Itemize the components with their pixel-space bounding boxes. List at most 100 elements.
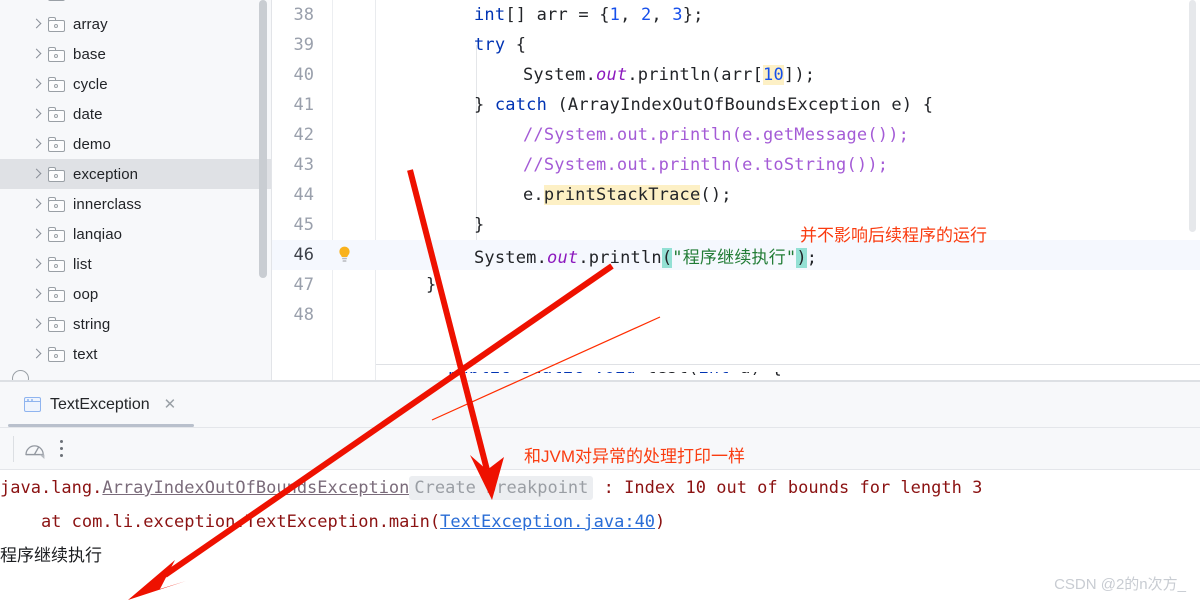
token-plain: { <box>505 35 527 55</box>
module-circle-icon <box>12 370 29 380</box>
project-tree-panel[interactable]: array base cycle date demo exception inn… <box>0 0 272 380</box>
sidebar-item-demo[interactable]: demo <box>0 129 272 159</box>
tree-row-clipped-bottom[interactable] <box>0 368 272 380</box>
sidebar-item-base[interactable]: base <box>0 39 272 69</box>
sidebar-item-array[interactable]: array <box>0 9 272 39</box>
folder-icon <box>48 316 66 332</box>
sidebar-item-label: list <box>73 255 92 273</box>
token-plain: } <box>474 95 495 115</box>
token-method-highlighted: printStackTrace <box>543 185 701 205</box>
exception-package: java.lang. <box>0 478 103 498</box>
line-number: 47 <box>293 275 314 295</box>
stacktrace-file-link[interactable]: TextException.java:40 <box>440 512 655 532</box>
chevron-right-icon[interactable] <box>30 257 44 271</box>
chevron-right-icon[interactable] <box>30 17 44 31</box>
close-icon[interactable]: ✕ <box>164 397 177 412</box>
sidebar-item-date[interactable]: date <box>0 99 272 129</box>
chevron-right-icon[interactable] <box>30 317 44 331</box>
code-line-43[interactable]: 43 //System.out.println(e.toString()); <box>272 150 1200 180</box>
token-plain: System. <box>474 247 548 268</box>
chevron-right-icon[interactable] <box>30 77 44 91</box>
chevron-right-icon[interactable] <box>30 47 44 61</box>
gutter-icon-slot <box>324 150 370 180</box>
sidebar-item-label: lanqiao <box>73 225 123 243</box>
sidebar-item-label: string <box>73 315 111 333</box>
exception-message: : Index 10 out of bounds for length 3 <box>593 478 983 498</box>
chevron-right-icon[interactable] <box>30 107 44 121</box>
chevron-right-icon[interactable] <box>30 227 44 241</box>
console-output[interactable]: java.lang.ArrayIndexOutOfBoundsException… <box>0 471 1200 602</box>
folder-icon <box>48 16 66 32</box>
token-number-highlighted: 10 <box>763 65 784 85</box>
code-line-49-clipped[interactable]: public static void test(int a) { <box>376 372 1200 380</box>
code-line-47[interactable]: 47 } <box>272 270 1200 300</box>
sidebar-item-exception[interactable]: exception <box>0 159 272 189</box>
sidebar-item-list[interactable]: list <box>0 249 272 279</box>
token-plain: [] arr = { <box>505 5 610 25</box>
token-plain: }; <box>682 5 704 25</box>
toolbar-separator <box>13 436 14 462</box>
token-comment: //System.out.println(e.toString()); <box>523 155 889 175</box>
folder-icon <box>48 106 66 122</box>
tree-row-clipped-top[interactable] <box>0 0 272 9</box>
code-line-42[interactable]: 42 //System.out.println(e.getMessage()); <box>272 120 1200 150</box>
chevron-right-icon[interactable] <box>30 287 44 301</box>
code-line-41[interactable]: 41 } catch (ArrayIndexOutOfBoundsExcepti… <box>272 90 1200 120</box>
editor-scrollbar[interactable] <box>1189 0 1196 232</box>
folder-icon <box>48 76 66 92</box>
sidebar-item-lanqiao[interactable]: lanqiao <box>0 219 272 249</box>
sidebar-item-innerclass[interactable]: innerclass <box>0 189 272 219</box>
sidebar-item-string[interactable]: string <box>0 309 272 339</box>
chevron-right-icon[interactable] <box>30 137 44 151</box>
code-content: e.printStackTrace(); <box>370 185 732 205</box>
sidebar-scrollbar[interactable] <box>259 0 267 278</box>
token-plain: , <box>651 5 673 25</box>
code-editor[interactable]: 38 int[] arr = {1, 2, 3}; 39 try { 40 Sy… <box>272 0 1200 380</box>
sidebar-item-label: cycle <box>73 75 108 93</box>
annotation-editor-note: 并不影响后续程序的运行 <box>800 226 987 245</box>
token-plain: ; <box>806 247 818 268</box>
sidebar-item-label: demo <box>73 135 111 153</box>
sidebar-item-oop[interactable]: oop <box>0 279 272 309</box>
lightbulb-intention-icon[interactable] <box>338 246 351 263</box>
gutter-icon-slot <box>324 60 370 90</box>
sidebar-item-label: date <box>73 105 103 123</box>
code-line-46[interactable]: 46 System.out.println("程序继续执行"); <box>272 240 1200 270</box>
line-number: 42 <box>293 125 314 145</box>
code-line-40[interactable]: 40 System.out.println(arr[10]); <box>272 60 1200 90</box>
create-breakpoint-chip[interactable]: Create breakpoint <box>409 476 594 500</box>
token-static-field: out <box>596 65 628 85</box>
run-tool-window: TextException ✕ java.lang.ArrayIndexOutO… <box>0 382 1200 602</box>
chevron-right-icon[interactable] <box>30 197 44 211</box>
folder-icon <box>48 196 66 212</box>
sidebar-item-cycle[interactable]: cycle <box>0 69 272 99</box>
gutter-icon-slot <box>324 240 370 270</box>
run-tab-textexception[interactable]: TextException ✕ <box>14 382 188 427</box>
code-line-45[interactable]: 45 } <box>272 210 1200 240</box>
code-content: try { <box>370 35 526 55</box>
sidebar-item-text[interactable]: text <box>0 339 272 369</box>
profiler-gauge-icon[interactable] <box>24 439 46 459</box>
gutter-icon-slot <box>324 30 370 60</box>
sidebar-item-label: innerclass <box>73 195 142 213</box>
more-vertical-icon[interactable] <box>60 440 64 458</box>
line-number: 41 <box>293 95 314 115</box>
code-line-44[interactable]: 44 e.printStackTrace(); <box>272 180 1200 210</box>
exception-class-link[interactable]: ArrayIndexOutOfBoundsException <box>102 478 409 498</box>
console-line-exception: java.lang.ArrayIndexOutOfBoundsException… <box>0 471 1200 505</box>
token-plain: (ArrayIndexOutOfBoundsException e) { <box>547 95 934 115</box>
csdn-watermark: CSDN @2的n次方_ <box>1054 576 1186 593</box>
gutter-icon-slot <box>324 210 370 240</box>
chevron-right-icon[interactable] <box>30 167 44 181</box>
code-line-38[interactable]: 38 int[] arr = {1, 2, 3}; <box>272 0 1200 30</box>
token-plain: .println(arr[ <box>627 65 764 85</box>
code-line-39[interactable]: 39 try { <box>272 30 1200 60</box>
code-content: System.out.println("程序继续执行"); <box>370 243 817 268</box>
chevron-right-icon[interactable] <box>30 347 44 361</box>
folder-icon <box>48 166 66 182</box>
annotation-console-note: 和JVM对异常的处理打印一样 <box>524 447 745 466</box>
token-plain: (); <box>700 185 732 205</box>
code-content: } catch (ArrayIndexOutOfBoundsException … <box>370 95 933 115</box>
code-line-48[interactable]: 48 <box>272 300 1200 330</box>
token-plain: , <box>620 5 641 25</box>
